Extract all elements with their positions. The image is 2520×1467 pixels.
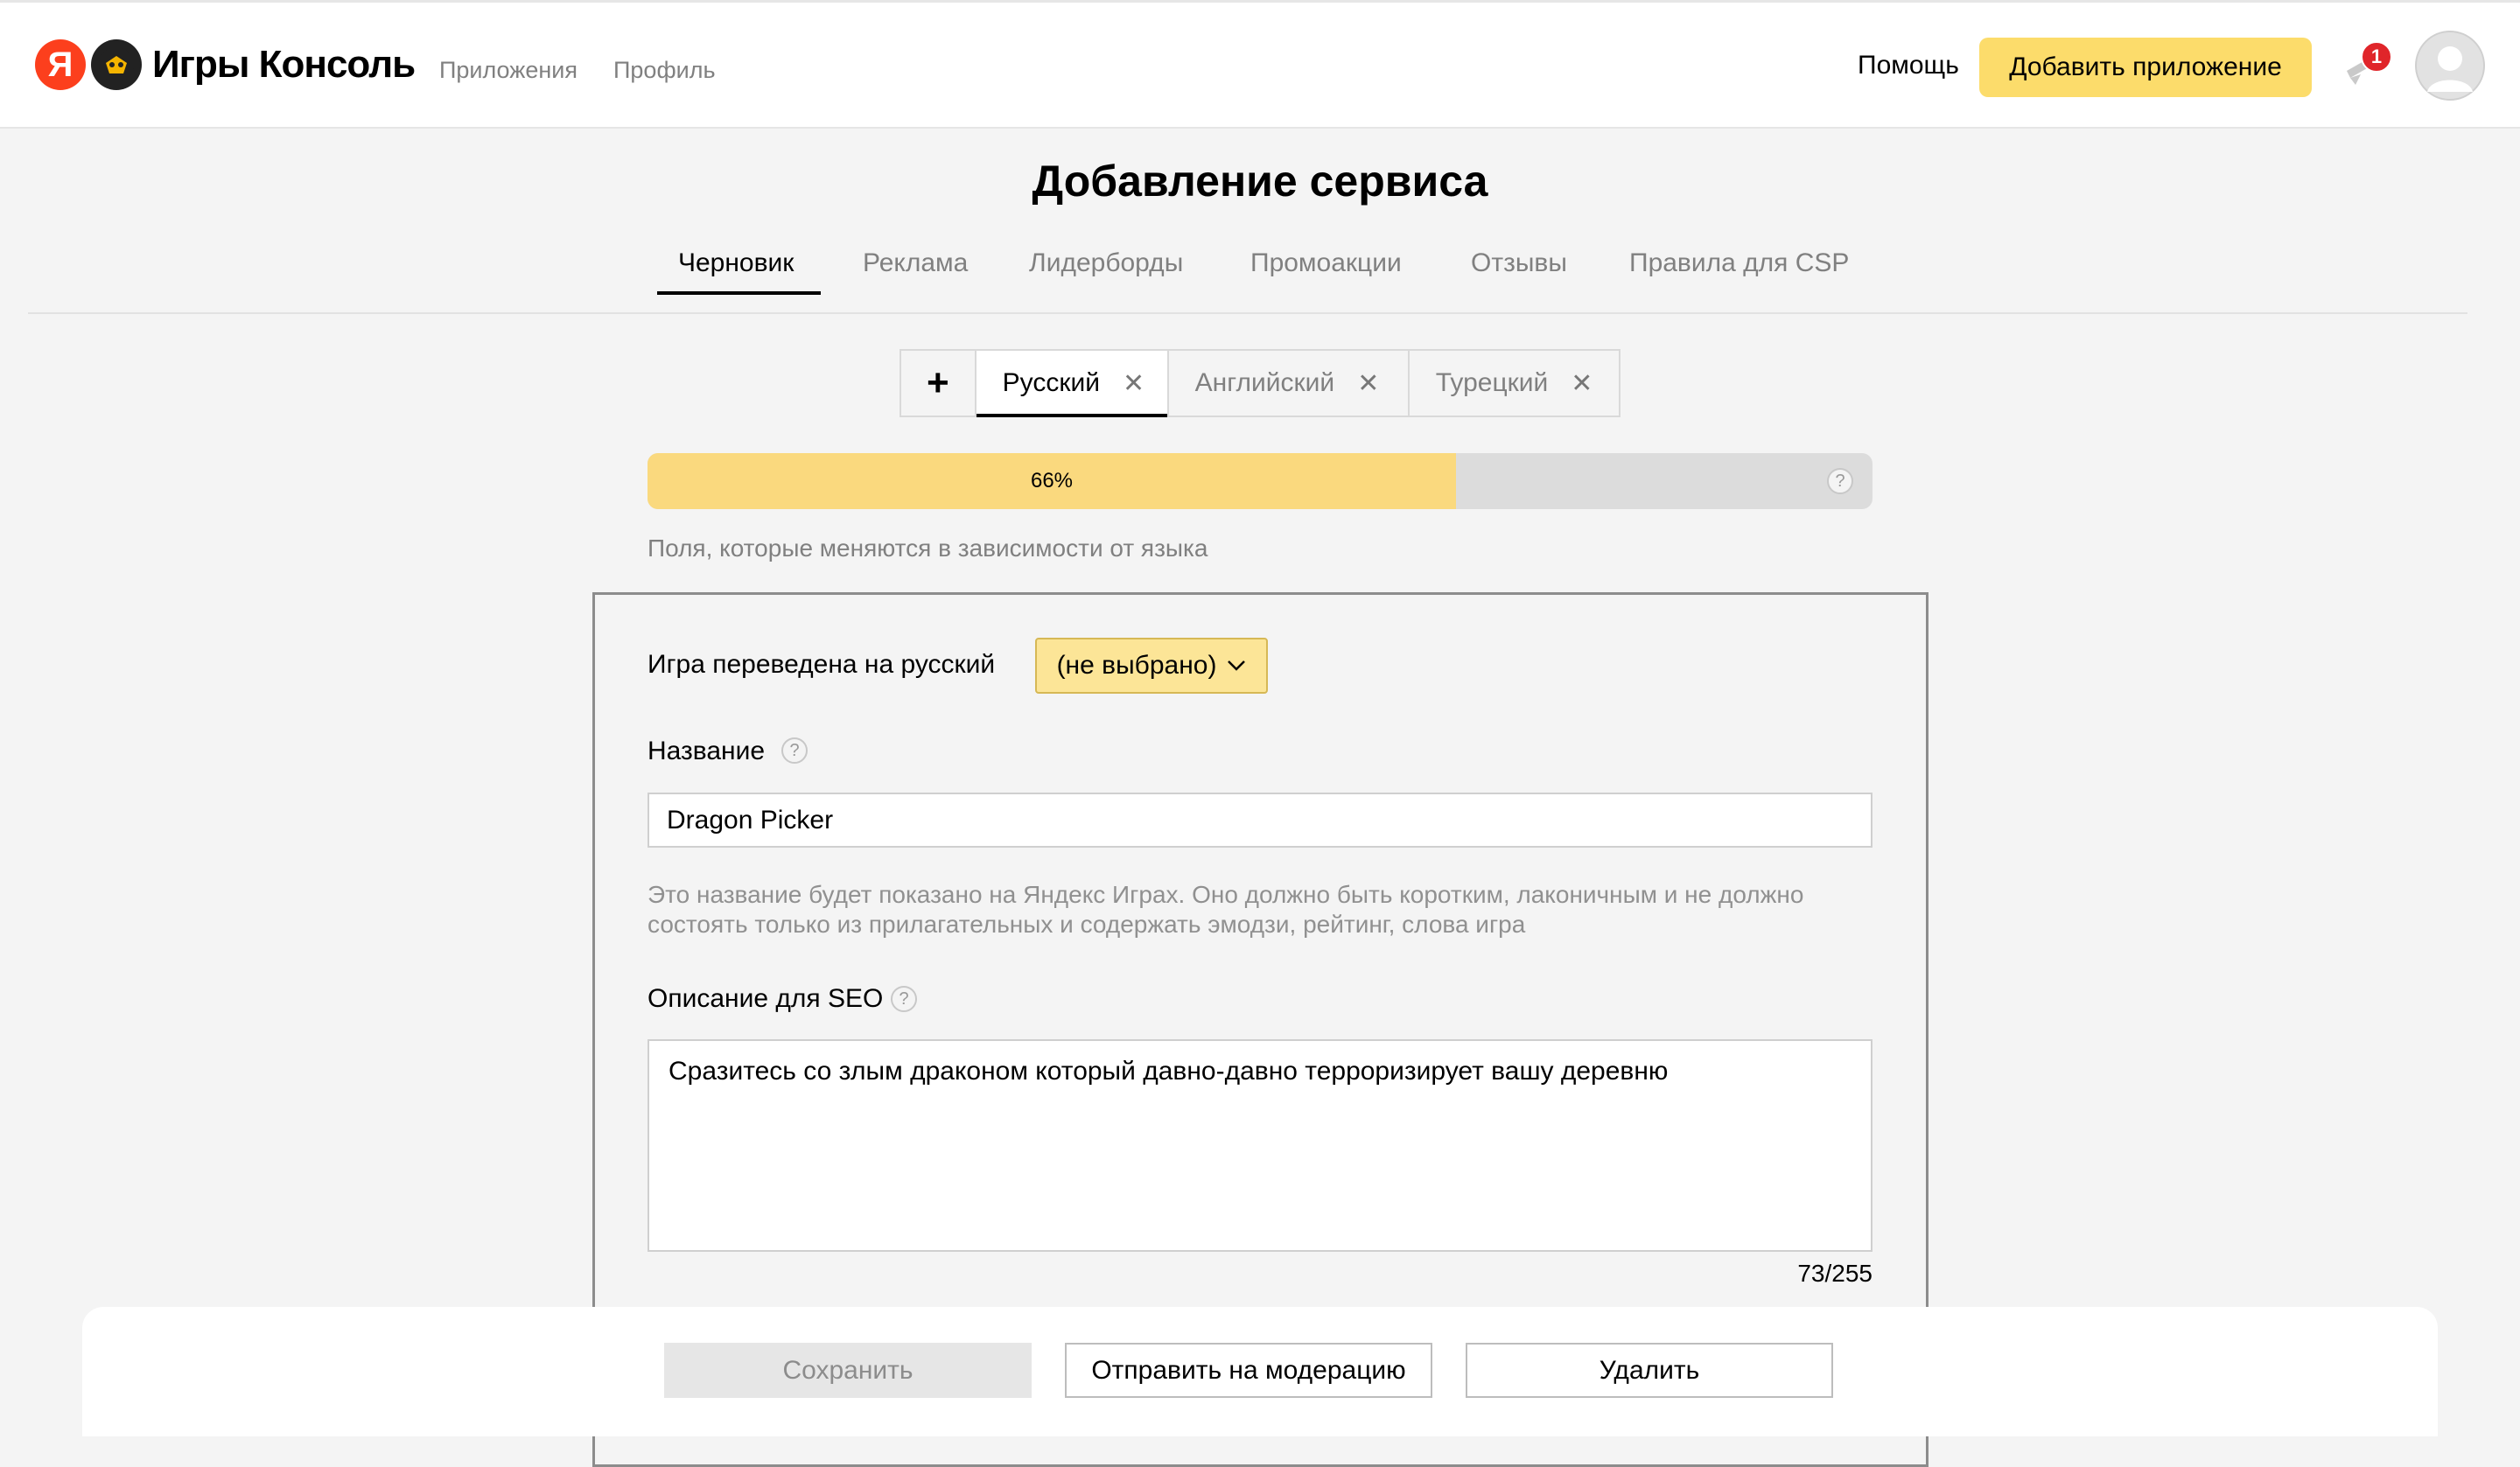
help-link[interactable]: Помощь [1858,51,1959,80]
nav-apps-link[interactable]: Приложения [439,57,578,84]
translated-label: Игра переведена на русский [648,650,996,679]
add-language-button[interactable]: + [901,351,976,416]
language-tabs: + Русский ✕ Английский ✕ Турецкий ✕ [900,349,1620,417]
yandex-logo-icon: Я [35,39,86,90]
tab-leaderboards[interactable]: Лидерборды [1029,248,1183,278]
help-icon[interactable]: ? [1827,468,1853,494]
brand-name: Игры Консоль [152,43,416,86]
help-icon[interactable]: ? [891,986,917,1012]
logo[interactable]: Я Игры Консоль [35,39,416,90]
chevron-down-icon [1227,654,1246,677]
completion-progress-bar: 66% ? [648,453,1872,509]
delete-button[interactable]: Удалить [1466,1343,1833,1398]
tab-csp-rules[interactable]: Правила для CSP [1629,248,1849,278]
language-tab-label: Русский [1002,368,1100,397]
progress-label: 66% [1030,469,1074,492]
tabs-divider [28,312,2468,314]
language-tab-label: Английский [1194,368,1335,397]
language-tab-label: Турецкий [1435,368,1549,397]
close-icon[interactable]: ✕ [1571,368,1592,399]
tab-draft[interactable]: Черновик [678,248,794,278]
tab-reviews[interactable]: Отзывы [1471,248,1567,278]
notification-count-badge: 1 [2361,41,2392,73]
page-title: Добавление сервиса [1032,157,1488,206]
translated-select-value: (не выбрано) [1056,651,1217,680]
language-tab-turkish[interactable]: Турецкий ✕ [1410,351,1619,416]
name-hint: Это название будет показано на Яндекс Иг… [648,881,1804,938]
help-icon[interactable]: ? [781,737,808,764]
games-logo-icon [91,39,142,90]
send-to-moderation-button[interactable]: Отправить на модерацию [1065,1343,1432,1398]
tab-ads[interactable]: Реклама [863,248,968,278]
user-avatar[interactable] [2415,31,2485,101]
language-fields-hint: Поля, которые меняются в зависимости от … [648,534,1208,562]
seo-label: Описание для SEO [648,984,884,1013]
close-icon[interactable]: ✕ [1123,368,1144,399]
language-tab-english[interactable]: Английский ✕ [1169,351,1410,416]
seo-description-textarea[interactable]: Сразитесь со злым драконом который давно… [648,1039,1872,1252]
name-input[interactable]: Dragon Picker [648,793,1872,848]
nav-profile-link[interactable]: Профиль [613,57,716,84]
tab-promotions[interactable]: Промоакции [1250,248,1402,278]
top-header: Я Игры Консоль Приложения Профиль Помощь… [0,0,2520,129]
translated-select[interactable]: (не выбрано) [1035,638,1268,694]
active-tab-indicator [657,291,821,295]
add-app-button[interactable]: Добавить приложение [1979,38,2312,97]
close-icon[interactable]: ✕ [1357,368,1379,399]
name-label: Название [648,737,766,765]
seo-char-counter: 73/255 [1797,1260,1872,1287]
language-tab-russian[interactable]: Русский ✕ [976,351,1169,417]
save-button[interactable]: Сохранить [664,1343,1032,1398]
